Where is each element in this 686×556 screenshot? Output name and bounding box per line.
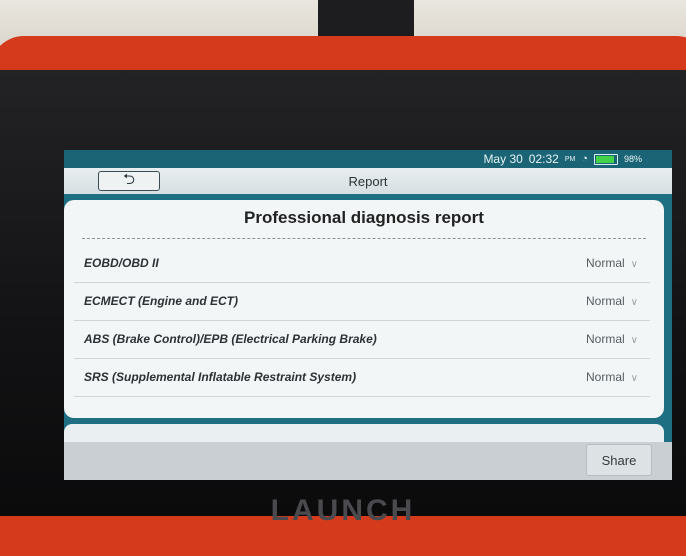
- row-status: Normal ∨: [586, 332, 638, 346]
- report-title: Professional diagnosis report: [244, 208, 484, 227]
- status-time: 02:32: [528, 152, 559, 166]
- report-row-ecmect[interactable]: ECMECT (Engine and ECT) Normal ∨: [74, 282, 650, 321]
- status-text: Normal: [586, 370, 625, 384]
- bottom-bar: Share: [64, 442, 672, 480]
- row-status: Normal ∨: [586, 370, 638, 384]
- device-brand: LAUNCH: [270, 494, 416, 527]
- chevron-down-icon: ∨: [630, 297, 638, 308]
- chevron-down-icon: ∨: [630, 259, 638, 270]
- row-label: EOBD/OBD II: [84, 256, 159, 270]
- status-text: Normal: [586, 294, 625, 308]
- report-card: Professional diagnosis report EOBD/OBD I…: [64, 200, 664, 418]
- chevron-down-icon: ∨: [630, 335, 638, 346]
- status-date: May 30: [483, 152, 523, 166]
- row-label: ECMECT (Engine and ECT): [84, 294, 238, 308]
- row-status: Normal ∨: [586, 294, 638, 308]
- status-text: Normal: [586, 332, 625, 346]
- chevron-down-icon: ∨: [630, 373, 638, 384]
- share-button[interactable]: Share: [586, 444, 652, 476]
- divider: [82, 238, 646, 239]
- row-status: Normal ∨: [586, 256, 638, 270]
- wifi-icon: ◔: [581, 153, 588, 165]
- title-bar: ⮌ Report: [64, 168, 672, 194]
- status-indicators: May 30 02:32 PM ◔ 98%: [483, 152, 642, 166]
- screen: May 30 02:32 PM ◔ 98% ⮌ Report Professio…: [64, 150, 672, 480]
- secondary-card: [64, 424, 664, 444]
- report-row-srs[interactable]: SRS (Supplemental Inflatable Restraint S…: [74, 358, 650, 397]
- report-row-eobd[interactable]: EOBD/OBD II Normal ∨: [74, 244, 650, 283]
- status-text: Normal: [586, 256, 625, 270]
- page-title: Report: [348, 174, 388, 189]
- report-row-abs[interactable]: ABS (Brake Control)/EPB (Electrical Park…: [74, 320, 650, 359]
- row-label: ABS (Brake Control)/EPB (Electrical Park…: [84, 332, 377, 346]
- status-ampm: PM: [564, 155, 576, 163]
- battery-percent: 98%: [623, 154, 642, 164]
- row-label: SRS (Supplemental Inflatable Restraint S…: [84, 370, 357, 384]
- status-bar: May 30 02:32 PM ◔ 98%: [64, 150, 672, 168]
- battery-icon: [593, 153, 618, 165]
